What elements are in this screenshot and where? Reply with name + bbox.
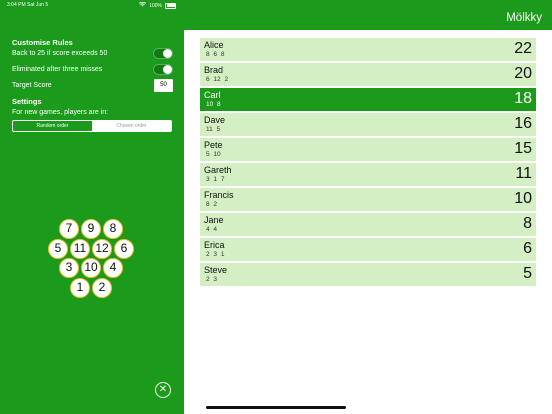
player-total: 22	[514, 40, 532, 57]
player-total: 18	[514, 90, 532, 107]
pin-3: 3	[59, 258, 79, 278]
pin-5: 5	[48, 239, 68, 259]
player-throws: 2 3 1	[206, 251, 225, 258]
player-total: 16	[514, 115, 532, 132]
player-total: 10	[514, 190, 532, 207]
scoreboard-panel: Mölkky Alice 8 6 8 22 Brad 6 12 2 20 Car…	[184, 0, 552, 414]
player-throws: 8 6 8	[206, 51, 225, 58]
player-total: 11	[515, 165, 532, 182]
player-row[interactable]: Pete 5 10 15	[200, 138, 536, 161]
player-throws: 11 5	[206, 126, 221, 133]
player-total: 8	[523, 215, 532, 232]
player-throws: 10 8	[206, 101, 221, 108]
player-total: 20	[514, 65, 532, 82]
pin-8: 8	[103, 219, 123, 239]
player-name: Erica	[204, 240, 225, 250]
pin-7: 7	[59, 219, 79, 239]
player-name: Francis	[204, 190, 234, 200]
player-throws: 3 1 7	[206, 176, 225, 183]
player-name: Steve	[204, 265, 228, 275]
close-icon[interactable]: ✕	[155, 382, 171, 398]
player-name: Alice	[204, 40, 224, 50]
player-row[interactable]: Dave 11 5 16	[200, 113, 536, 136]
player-name: Jane	[204, 215, 224, 225]
player-row[interactable]: Steve 2 3 5	[200, 263, 536, 286]
player-throws: 8 2	[206, 201, 218, 208]
home-indicator	[206, 406, 346, 409]
pin-11: 11	[70, 239, 90, 259]
pin-2: 2	[92, 278, 112, 298]
player-row[interactable]: Gareth 3 1 7 11	[200, 163, 536, 186]
player-name: Brad	[204, 65, 224, 75]
player-throws: 6 12 2	[206, 76, 229, 83]
player-name: Carl	[204, 90, 221, 100]
player-row[interactable]: Francis 8 2 10	[200, 188, 536, 211]
player-name: Gareth	[204, 165, 232, 175]
player-throws: 2 3	[206, 276, 218, 283]
player-total: 6	[523, 240, 532, 257]
pin-4: 4	[103, 258, 123, 278]
pin-1: 1	[70, 278, 90, 298]
pin-10: 10	[81, 258, 101, 278]
pin-9: 9	[81, 219, 101, 239]
player-name: Pete	[204, 140, 223, 150]
player-total: 5	[523, 265, 532, 282]
player-throws: 4 4	[206, 226, 218, 233]
settings-panel: 3:04 PM Sat Jun 5 100% Customise Rules B…	[0, 0, 184, 414]
player-row[interactable]: Brad 6 12 2 20	[200, 63, 536, 86]
top-bar: Mölkky	[184, 0, 552, 30]
app-title: Mölkky	[506, 12, 542, 24]
player-row[interactable]: Erica 2 3 1 6	[200, 238, 536, 261]
pin-cluster: 7 9 8 5 11 12 6 3 10 4 1 2	[0, 0, 184, 414]
pin-12: 12	[92, 239, 112, 259]
player-throws: 5 10	[206, 151, 221, 158]
player-row-active[interactable]: Carl 10 8 18	[200, 88, 536, 111]
player-name: Dave	[204, 115, 226, 125]
player-row[interactable]: Alice 8 6 8 22	[200, 38, 536, 61]
pin-6: 6	[114, 239, 134, 259]
player-row[interactable]: Jane 4 4 8	[200, 213, 536, 236]
player-total: 15	[514, 140, 532, 157]
